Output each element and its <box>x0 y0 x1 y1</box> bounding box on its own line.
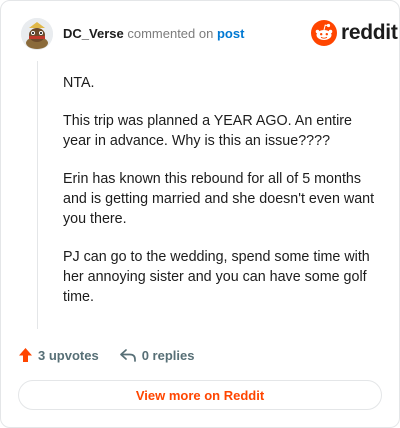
reddit-wordmark: reddit <box>341 21 398 44</box>
reply-arrow-icon <box>119 349 136 362</box>
upvote-count: 3 upvotes <box>38 347 99 363</box>
action-text: commented on <box>127 26 214 41</box>
reddit-snoo-icon <box>311 20 337 46</box>
reddit-logo[interactable]: reddit <box>311 20 398 46</box>
comment-paragraph: NTA. <box>63 75 95 91</box>
view-more-button[interactable]: View more on Reddit <box>18 380 382 410</box>
replies-button[interactable]: 0 replies <box>119 347 195 363</box>
post-link[interactable]: post <box>217 26 244 41</box>
upvote-arrow-icon <box>19 348 32 362</box>
user-avatar[interactable] <box>21 18 53 50</box>
comment-paragraph: Erin has known this rebound for all of 5… <box>63 171 375 227</box>
comment-paragraph: PJ can go to the wedding, spend some tim… <box>63 249 370 305</box>
comment-body: NTA. This trip was planned a YEAR AGO. A… <box>63 73 381 325</box>
upvote-button[interactable]: 3 upvotes <box>18 347 99 363</box>
comment-header: DC_Verse commented on post <box>63 25 244 43</box>
reply-count: 0 replies <box>141 347 195 363</box>
comment-card: DC_Verse commented on post reddit NTA. T… <box>0 0 400 428</box>
comment-actions: 3 upvotes 0 replies <box>18 345 194 365</box>
thread-line <box>37 61 38 329</box>
username[interactable]: DC_Verse <box>63 26 124 41</box>
comment-paragraph: This trip was planned a YEAR AGO. An ent… <box>63 113 353 149</box>
